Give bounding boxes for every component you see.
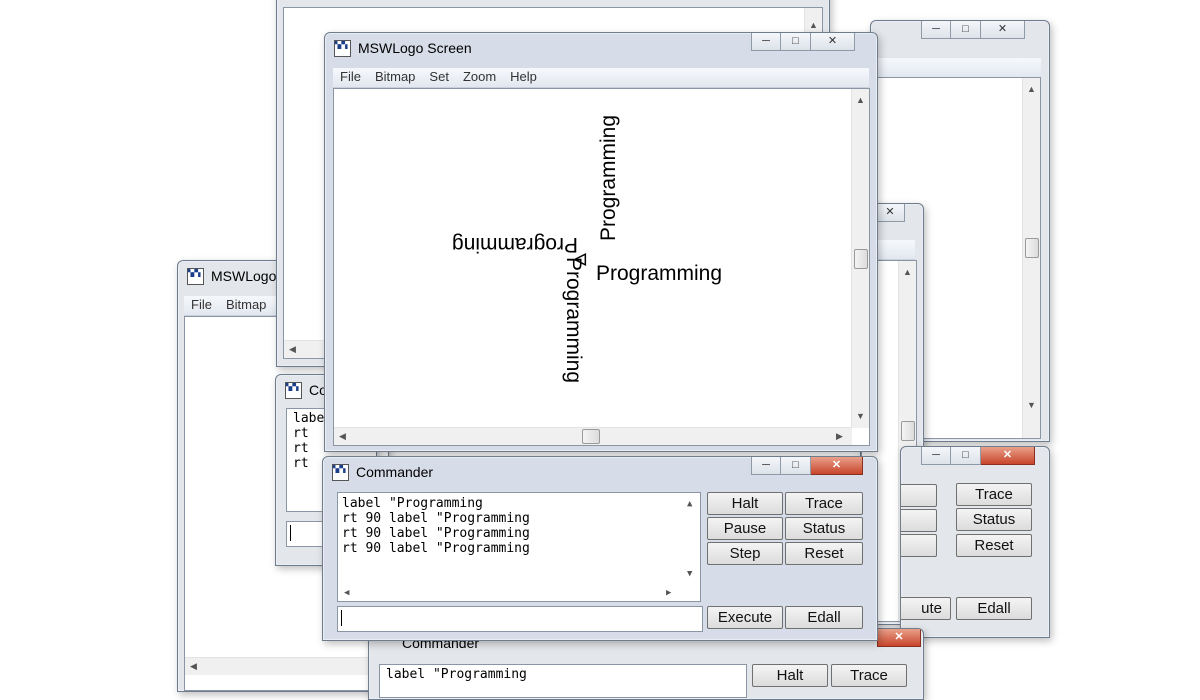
close-icon[interactable]: ✕: [875, 204, 905, 222]
execute-button[interactable]: Execute: [707, 606, 783, 629]
close-icon[interactable]: ✕: [811, 457, 863, 475]
status-button[interactable]: Status: [956, 508, 1032, 531]
reset-button[interactable]: Reset: [785, 542, 863, 565]
scroll-thumb[interactable]: [582, 429, 600, 444]
reset-button[interactable]: Reset: [956, 534, 1032, 557]
trace-button[interactable]: Trace: [956, 483, 1032, 506]
scroll-thumb[interactable]: [1025, 238, 1039, 258]
status-button-partial[interactable]: [901, 509, 937, 532]
command-history-list[interactable]: label "Programming: [379, 664, 747, 698]
horizontal-scrollbar[interactable]: ◀ ▶: [334, 427, 852, 445]
scroll-down-icon[interactable]: ▼: [856, 411, 865, 421]
minimize-icon[interactable]: ─: [921, 21, 951, 39]
turtle-icon: ᐊ: [574, 250, 588, 270]
close-icon[interactable]: ✕: [811, 33, 855, 51]
command-history-list[interactable]: label "Programming rt 90 label "Programm…: [337, 492, 701, 602]
maximize-icon[interactable]: □: [951, 21, 981, 39]
trace-button[interactable]: Trace: [785, 492, 863, 515]
text-caret: [290, 525, 291, 541]
history-line[interactable]: rt 90 label "Programming: [342, 541, 700, 556]
command-input[interactable]: [337, 606, 703, 632]
commander-window[interactable]: ▚▞▚ Commander ─ □ ✕ label "Programming r…: [322, 456, 878, 641]
maximize-icon[interactable]: □: [951, 447, 981, 465]
menu-set[interactable]: Set: [422, 68, 456, 84]
scroll-left-icon[interactable]: ◀: [344, 586, 349, 601]
menu-file[interactable]: File: [184, 296, 219, 312]
mswlogo-app-icon: ▚▞▚: [285, 382, 302, 399]
close-icon[interactable]: ✕: [981, 21, 1025, 39]
scroll-down-icon[interactable]: ▼: [1027, 400, 1036, 410]
text-caret: [341, 610, 342, 626]
step-button[interactable]: Step: [707, 542, 783, 565]
mswlogo-app-icon: ▚▞▚: [332, 464, 349, 481]
menubar: File Bitmap Set Zoom Help: [333, 68, 869, 88]
history-line[interactable]: rt 90 label "Programming: [342, 511, 700, 526]
scroll-up-icon[interactable]: ▲: [856, 95, 865, 105]
mswlogo-screen-window[interactable]: ▚▞▚ MSWLogo Screen ─ □ ✕ File Bitmap Set Zo…: [324, 32, 878, 452]
edall-button[interactable]: Edall: [785, 606, 863, 629]
scroll-thumb[interactable]: [901, 421, 915, 441]
scroll-down-icon[interactable]: ▼: [687, 567, 692, 582]
window-controls: ─ □ ✕: [751, 457, 863, 476]
minimize-icon[interactable]: ─: [751, 33, 781, 51]
mswlogo-app-icon: ▚▞▚: [334, 40, 351, 57]
horizontal-scrollbar[interactable]: ◀: [185, 657, 388, 675]
close-icon[interactable]: ✕: [981, 447, 1035, 465]
maximize-icon[interactable]: □: [781, 457, 811, 475]
horizontal-scrollbar[interactable]: ◀ ▶: [338, 583, 683, 600]
menu-bitmap[interactable]: Bitmap: [368, 68, 422, 84]
menu-file[interactable]: File: [333, 68, 368, 84]
scroll-right-icon[interactable]: ▶: [836, 431, 843, 442]
mswlogo-app-icon: ▚▞▚: [187, 268, 204, 285]
pause-button-partial[interactable]: [901, 484, 937, 507]
minimize-icon[interactable]: ─: [921, 447, 951, 465]
scroll-left-icon[interactable]: ◀: [289, 344, 296, 355]
vertical-scrollbar[interactable]: ▲ ▼: [683, 493, 700, 583]
turtle-label-west: Programming: [451, 233, 578, 256]
scroll-up-icon[interactable]: ▲: [809, 20, 818, 30]
menubar: [871, 58, 1041, 78]
scroll-up-icon[interactable]: ▲: [903, 267, 912, 277]
history-line[interactable]: rt 90 label "Programming: [342, 526, 700, 541]
menu-help[interactable]: Help: [503, 68, 544, 84]
execute-button-partial[interactable]: ute: [901, 597, 951, 620]
window-controls: ─ □ ✕: [921, 21, 1025, 40]
turtle-label-south: Programming: [562, 257, 585, 384]
drawing-canvas[interactable]: Programming Programming Programming Prog…: [333, 88, 870, 446]
window-controls: ✕: [877, 629, 921, 648]
close-icon[interactable]: ✕: [877, 629, 921, 647]
minimize-icon[interactable]: ─: [751, 457, 781, 475]
turtle-label-east: Programming: [596, 262, 723, 285]
window-title: MSWLogo: [211, 268, 277, 284]
window-title: MSWLogo Screen: [358, 40, 472, 56]
trace-button[interactable]: Trace: [831, 664, 907, 687]
edall-button[interactable]: Edall: [956, 597, 1032, 620]
window-controls: ✕: [875, 204, 905, 223]
scroll-left-icon[interactable]: ◀: [339, 431, 346, 442]
halt-button[interactable]: Halt: [752, 664, 828, 687]
menu-bitmap[interactable]: Bitmap: [219, 296, 273, 312]
maximize-icon[interactable]: □: [781, 33, 811, 51]
scroll-up-icon[interactable]: ▲: [1027, 84, 1036, 94]
vertical-scrollbar[interactable]: ▲ ▼: [1022, 78, 1040, 438]
halt-button[interactable]: Halt: [707, 492, 783, 515]
window-title: Commander: [356, 464, 434, 480]
window-controls: ─ □ ✕: [751, 33, 855, 52]
scroll-thumb[interactable]: [854, 249, 868, 269]
menu-zoom[interactable]: Zoom: [456, 68, 503, 84]
status-button[interactable]: Status: [785, 517, 863, 540]
history-line[interactable]: label "Programming: [342, 496, 700, 511]
scroll-left-icon[interactable]: ◀: [190, 661, 197, 672]
background-commander-window-right[interactable]: ─ □ ✕ Trace Status Reset ute Edall: [900, 446, 1050, 638]
pause-button[interactable]: Pause: [707, 517, 783, 540]
scroll-right-icon[interactable]: ▶: [666, 586, 671, 601]
scroll-up-icon[interactable]: ▲: [687, 497, 692, 512]
vertical-scrollbar[interactable]: ▲ ▼: [851, 89, 869, 428]
window-controls: ─ □ ✕: [921, 447, 1035, 466]
step-button-partial[interactable]: [901, 534, 937, 557]
turtle-label-north: Programming: [597, 114, 620, 241]
